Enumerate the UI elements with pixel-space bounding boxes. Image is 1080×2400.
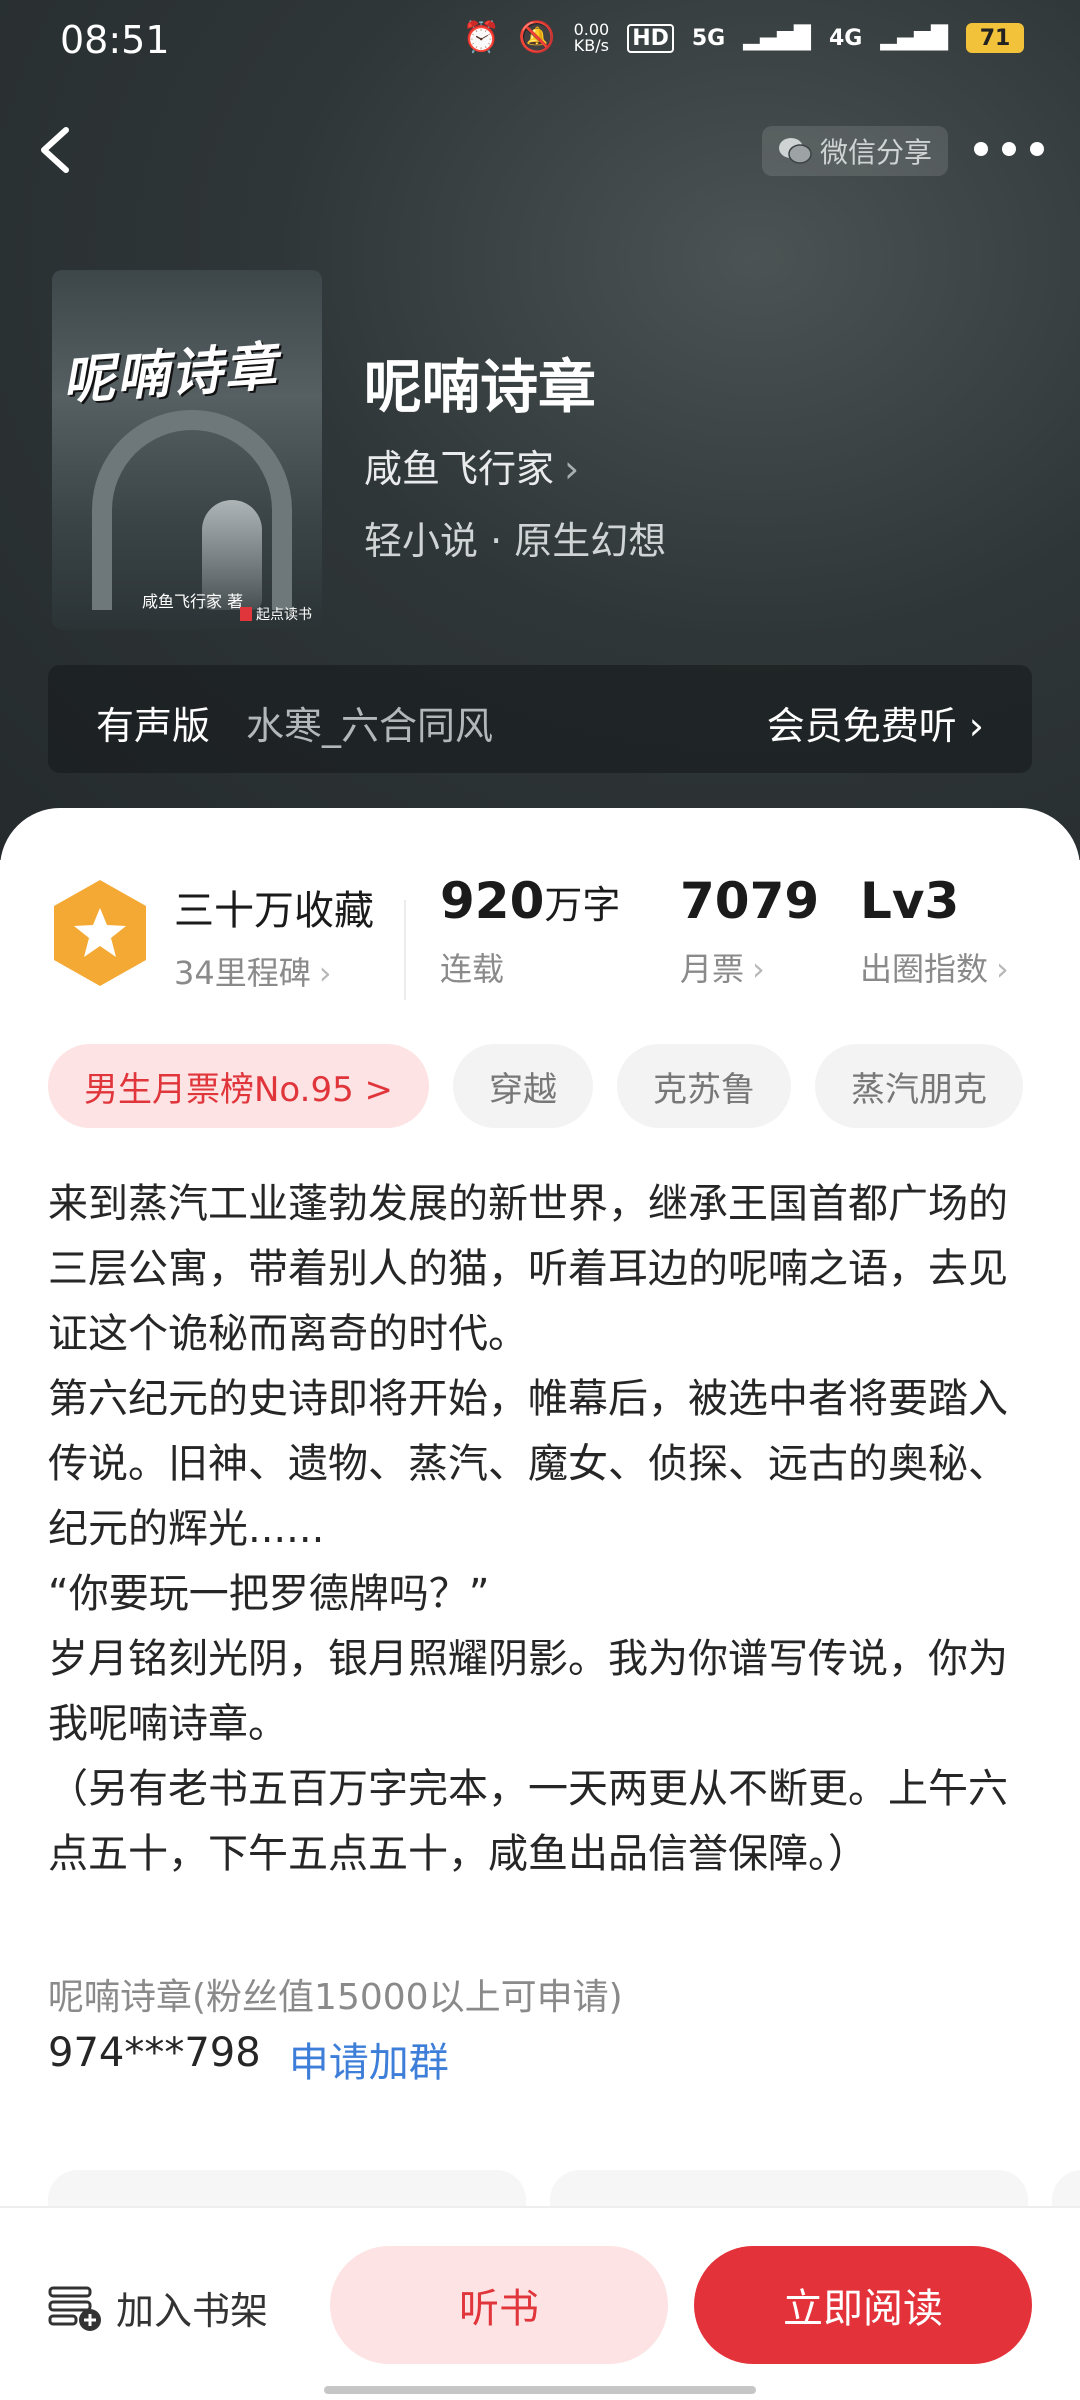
back-icon[interactable] bbox=[32, 120, 82, 180]
book-title: 呢喃诗章 bbox=[364, 353, 597, 421]
status-time: 08:51 bbox=[60, 18, 170, 62]
share-label: 微信分享 bbox=[819, 136, 932, 169]
fan-group-label: 呢喃诗章(粉丝值15000以上可申请) bbox=[48, 1977, 623, 2018]
synopsis-paragraph: （另有老书五百万字完本，一天两更从不断更。上午六点五十，下午五点五十，咸鱼出品信… bbox=[48, 1766, 1008, 1877]
signal-4g-icon: 4G bbox=[828, 25, 863, 51]
genre-tag[interactable]: 克苏鲁 bbox=[617, 1044, 792, 1128]
add-to-shelf-button[interactable]: 加入书架 bbox=[48, 2280, 268, 2335]
author-name: 咸鱼飞行家 bbox=[364, 447, 555, 491]
monthly-votes-count: 7079 bbox=[680, 872, 820, 930]
synopsis-paragraph: “你要玩一把罗德牌吗？” bbox=[48, 1571, 490, 1617]
book-genre: 轻小说 · 原生幻想 bbox=[364, 519, 667, 563]
audio-narrator: 水寒_六合同风 bbox=[246, 704, 494, 748]
status-bar: 08:51 ⏰ 🔕 0.00 KB/s HD 5G ▂▄▆█ 4G ▂▄▆█ 7… bbox=[0, 0, 1080, 90]
apply-join-group-link[interactable]: 申请加群 bbox=[289, 2030, 449, 2088]
stats-divider bbox=[404, 900, 406, 1000]
audio-action-label: 会员免费听 bbox=[766, 704, 957, 748]
book-header: 08:51 ⏰ 🔕 0.00 KB/s HD 5G ▂▄▆█ 4G ▂▄▆█ 7… bbox=[0, 0, 1080, 860]
read-now-button[interactable]: 立即阅读 bbox=[694, 2246, 1032, 2364]
audio-label: 有声版 bbox=[96, 704, 211, 748]
bookshelf-add-icon bbox=[48, 2286, 101, 2331]
audio-free-listen[interactable]: 会员免费听 › bbox=[767, 695, 984, 750]
book-detail-card: 三十万收藏 34里程碑 › 920万字 连载 7079 月票 › Lv3 出圈指数 ›… bbox=[0, 808, 1080, 2400]
signal-bars-icon: ▂▄▆█ bbox=[880, 25, 948, 51]
chevron-right-icon: › bbox=[564, 447, 580, 491]
wechat-share-button[interactable]: 微信分享 bbox=[762, 126, 948, 176]
synopsis-paragraph: 来到蒸汽工业蓬勃发展的新世界，继承王国首都广场的三层公寓，带着别人的猫，听着耳边… bbox=[48, 1181, 1008, 1357]
listen-button[interactable]: 听书 bbox=[330, 2246, 668, 2364]
chevron-right-icon: › bbox=[752, 950, 765, 988]
monthly-votes-stat[interactable]: 7079 月票 › bbox=[680, 872, 819, 990]
alarm-icon: ⏰ bbox=[462, 20, 501, 55]
word-count: 920 bbox=[440, 872, 545, 930]
status-icons: ⏰ 🔕 0.00 KB/s HD 5G ▂▄▆█ 4G ▂▄▆█ 71 bbox=[463, 22, 1024, 54]
chevron-right-icon: › bbox=[318, 954, 332, 992]
monthly-votes-label: 月票 bbox=[680, 950, 745, 988]
influence-level: Lv3 bbox=[860, 872, 960, 930]
genre-tag[interactable]: 蒸汽朋克 bbox=[815, 1044, 1024, 1128]
battery-icon: 71 bbox=[966, 23, 1024, 53]
chevron-right-icon: › bbox=[996, 950, 1009, 988]
influence-label: 出圈指数 bbox=[860, 950, 989, 988]
cover-arch bbox=[92, 410, 292, 610]
rank-tag[interactable]: 男生月票榜No.95 > bbox=[48, 1044, 430, 1128]
cover-author: 咸鱼飞行家 著 bbox=[142, 592, 244, 611]
publisher-badge: 起点读书 bbox=[240, 604, 312, 624]
top-nav: 微信分享 bbox=[0, 110, 1080, 190]
star-badge-icon[interactable] bbox=[50, 878, 150, 988]
favorites-stat[interactable]: 三十万收藏 34里程碑 › bbox=[174, 878, 374, 994]
signal-bars-icon: ▂▄▆█ bbox=[743, 25, 811, 51]
home-indicator[interactable] bbox=[324, 2386, 756, 2394]
serial-status: 连载 bbox=[440, 950, 505, 988]
genre-tag[interactable]: 穿越 bbox=[453, 1044, 594, 1128]
book-cover: 呢喃诗章 咸鱼飞行家 著 起点读书 bbox=[52, 270, 322, 630]
wechat-icon bbox=[778, 138, 812, 164]
fan-group-row: 974***798 申请加群 bbox=[48, 2030, 449, 2088]
word-count-stat: 920万字 连载 bbox=[440, 872, 620, 990]
add-to-shelf-label: 加入书架 bbox=[116, 2289, 269, 2333]
chevron-right-icon: › bbox=[968, 704, 984, 748]
cover-title: 呢喃诗章 bbox=[60, 337, 281, 412]
synopsis-paragraph: 第六纪元的史诗即将开始，帷幕后，被选中者将要踏入传说。旧神、遗物、蒸汽、魔女、侦… bbox=[48, 1376, 1008, 1552]
mute-icon: 🔕 bbox=[518, 20, 556, 55]
favorites-count: 三十万收藏 bbox=[174, 888, 374, 934]
synopsis-paragraph: 岁月铭刻光阴，银月照耀阴影。我为你谱写传说，你为我呢喃诗章。 bbox=[48, 1636, 1008, 1747]
bottom-action-bar: 加入书架 听书 立即阅读 bbox=[0, 2206, 1080, 2400]
fan-group-number: 974***798 bbox=[48, 2030, 261, 2076]
word-unit: 万字 bbox=[544, 883, 621, 927]
more-icon[interactable] bbox=[974, 136, 1044, 162]
audio-version-bar[interactable]: 有声版 水寒_六合同风 会员免费听 › bbox=[48, 665, 1032, 773]
milestones-count: 34里程碑 bbox=[174, 954, 311, 992]
influence-stat[interactable]: Lv3 出圈指数 › bbox=[860, 872, 1009, 990]
hd-icon: HD bbox=[627, 23, 674, 53]
author-link[interactable]: 咸鱼飞行家 › bbox=[364, 438, 579, 493]
tag-list: 男生月票榜No.95 > 穿越 克苏鲁 蒸汽朋克 bbox=[48, 1044, 1080, 1128]
signal-5g-icon: 5G bbox=[691, 25, 726, 51]
publisher-name: 起点读书 bbox=[256, 607, 312, 623]
net-speed: 0.00 KB/s bbox=[574, 22, 610, 54]
book-synopsis[interactable]: 来到蒸汽工业蓬勃发展的新世界，继承王国首都广场的三层公寓，带着别人的猫，听着耳边… bbox=[48, 1172, 1032, 1887]
net-speed-unit: KB/s bbox=[573, 36, 609, 55]
